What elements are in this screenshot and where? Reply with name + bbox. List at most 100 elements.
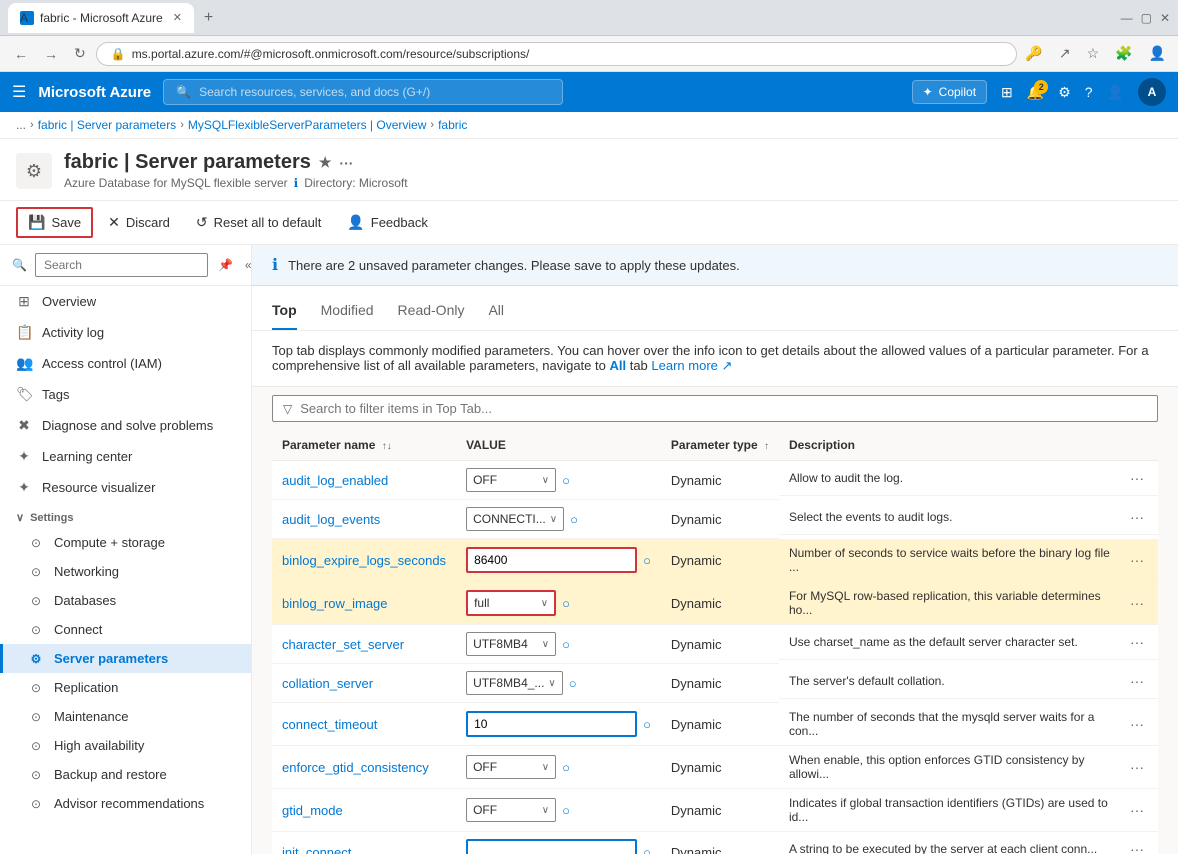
tab-top[interactable]: Top: [272, 298, 297, 330]
feedback-icon[interactable]: 👤: [1107, 84, 1124, 101]
tab-read-only[interactable]: Read-Only: [398, 298, 465, 330]
learn-more-link[interactable]: Learn more ↗: [651, 358, 732, 373]
param-name-link[interactable]: binlog_expire_logs_seconds: [282, 553, 446, 568]
sidebar-item-databases[interactable]: ⊙ Databases: [0, 586, 251, 615]
sidebar-collapse-button[interactable]: «: [243, 256, 252, 274]
hamburger-menu-icon[interactable]: ☰: [12, 82, 26, 102]
param-name-link[interactable]: init_connect: [282, 845, 351, 854]
sidebar-item-advisor[interactable]: ⊙ Advisor recommendations: [0, 789, 251, 818]
param-info-icon[interactable]: ○: [562, 760, 570, 775]
breadcrumb-item-3[interactable]: fabric: [438, 118, 467, 132]
param-info-icon[interactable]: ○: [643, 553, 651, 568]
forward-button[interactable]: →: [38, 42, 64, 66]
param-dropdown[interactable]: full∨: [466, 590, 556, 616]
share-icon[interactable]: ↗: [1055, 41, 1075, 66]
save-button[interactable]: 💾 Save: [16, 207, 93, 238]
param-ellipsis-button[interactable]: ···: [1126, 757, 1148, 777]
sidebar-item-learning-center[interactable]: ✦ Learning center: [0, 441, 251, 472]
param-name-link[interactable]: audit_log_enabled: [282, 473, 388, 488]
param-info-icon[interactable]: ○: [562, 803, 570, 818]
param-info-icon[interactable]: ○: [569, 676, 577, 691]
param-name-link[interactable]: binlog_row_image: [282, 596, 388, 611]
sidebar-pin-button[interactable]: 📌: [216, 256, 235, 274]
sidebar-item-compute-storage[interactable]: ⊙ Compute + storage: [0, 528, 251, 557]
param-name-link[interactable]: collation_server: [282, 676, 373, 691]
sidebar-item-diagnose[interactable]: ✖ Diagnose and solve problems: [0, 410, 251, 441]
param-ellipsis-button[interactable]: ···: [1126, 468, 1148, 488]
help-icon[interactable]: ?: [1085, 84, 1093, 100]
address-bar[interactable]: 🔒 ms.portal.azure.com/#@microsoft.onmicr…: [96, 42, 1018, 66]
param-info-icon[interactable]: ○: [643, 717, 651, 732]
azure-search-input[interactable]: [199, 85, 550, 99]
feedback-button[interactable]: 👤 Feedback: [336, 208, 439, 237]
param-dropdown[interactable]: UTF8MB4_...∨: [466, 671, 563, 695]
sidebar-item-access-control[interactable]: 👥 Access control (IAM): [0, 348, 251, 379]
name-sort-icon[interactable]: ↑↓: [382, 441, 392, 452]
sidebar-search-input[interactable]: [35, 253, 208, 277]
sidebar-item-backup-restore[interactable]: ⊙ Backup and restore: [0, 760, 251, 789]
param-input[interactable]: [466, 547, 637, 573]
param-name-link[interactable]: audit_log_events: [282, 512, 380, 527]
copilot-button[interactable]: ✦ Copilot: [912, 80, 987, 104]
param-dropdown[interactable]: OFF∨: [466, 468, 556, 492]
settings-section-header[interactable]: ∨ Settings: [0, 503, 251, 528]
refresh-button[interactable]: ↻: [68, 41, 92, 66]
param-name-link[interactable]: connect_timeout: [282, 717, 377, 732]
window-close-button[interactable]: ✕: [1160, 11, 1170, 25]
user-avatar[interactable]: A: [1138, 78, 1166, 106]
tab-close-button[interactable]: ✕: [173, 11, 182, 24]
param-name-link[interactable]: gtid_mode: [282, 803, 343, 818]
sidebar-item-overview[interactable]: ⊞ Overview: [0, 286, 251, 317]
info-icon[interactable]: ℹ: [294, 176, 299, 190]
param-info-icon[interactable]: ○: [562, 596, 570, 611]
filter-input[interactable]: [300, 401, 1147, 416]
filter-input-wrapper[interactable]: ▽: [272, 395, 1158, 422]
sidebar-item-resource-visualizer[interactable]: ✦ Resource visualizer: [0, 472, 251, 503]
window-minimize-button[interactable]: —: [1121, 11, 1133, 25]
param-input[interactable]: [466, 711, 637, 737]
param-dropdown[interactable]: OFF∨: [466, 798, 556, 822]
sidebar-item-server-parameters[interactable]: ⚙ Server parameters: [0, 644, 251, 673]
param-info-icon[interactable]: ○: [562, 637, 570, 652]
azure-search-bar[interactable]: 🔍: [163, 79, 563, 105]
param-ellipsis-button[interactable]: ···: [1126, 800, 1148, 820]
favorites-icon[interactable]: ☆: [1083, 41, 1104, 66]
discard-button[interactable]: ✕ Discard: [97, 208, 181, 237]
type-sort-icon[interactable]: ↑: [764, 441, 769, 452]
param-name-link[interactable]: enforce_gtid_consistency: [282, 760, 429, 775]
all-tab-link[interactable]: All: [609, 358, 626, 373]
new-tab-button[interactable]: +: [200, 9, 217, 27]
reset-button[interactable]: ↺ Reset all to default: [185, 208, 332, 237]
tab-all[interactable]: All: [488, 298, 504, 330]
param-ellipsis-button[interactable]: ···: [1126, 839, 1148, 854]
breadcrumb-dots[interactable]: ...: [16, 118, 26, 132]
param-dropdown[interactable]: UTF8MB4∨: [466, 632, 556, 656]
password-icon[interactable]: 🔑: [1021, 41, 1046, 66]
param-info-icon[interactable]: ○: [570, 512, 578, 527]
tab-modified[interactable]: Modified: [321, 298, 374, 330]
sidebar-item-networking[interactable]: ⊙ Networking: [0, 557, 251, 586]
param-ellipsis-button[interactable]: ···: [1126, 550, 1148, 570]
back-button[interactable]: ←: [8, 42, 34, 66]
sidebar-item-connect[interactable]: ⊙ Connect: [0, 615, 251, 644]
profile-icon[interactable]: 👤: [1145, 41, 1170, 66]
param-dropdown[interactable]: OFF∨: [466, 755, 556, 779]
sidebar-item-tags[interactable]: 🏷 Tags: [0, 379, 251, 410]
sidebar-item-maintenance[interactable]: ⊙ Maintenance: [0, 702, 251, 731]
extensions-icon[interactable]: 🧩: [1111, 41, 1136, 66]
param-info-icon[interactable]: ○: [643, 845, 651, 854]
favorite-star-icon[interactable]: ★: [319, 154, 332, 171]
browser-tab[interactable]: A fabric - Microsoft Azure ✕: [8, 3, 194, 33]
param-dropdown[interactable]: CONNECTI...∨: [466, 507, 564, 531]
sidebar-item-high-availability[interactable]: ⊙ High availability: [0, 731, 251, 760]
param-info-icon[interactable]: ○: [562, 473, 570, 488]
sidebar-item-replication[interactable]: ⊙ Replication: [0, 673, 251, 702]
sidebar-item-activity-log[interactable]: 📋 Activity log: [0, 317, 251, 348]
param-ellipsis-button[interactable]: ···: [1126, 714, 1148, 734]
param-name-link[interactable]: character_set_server: [282, 637, 404, 652]
breadcrumb-item-1[interactable]: fabric | Server parameters: [38, 118, 177, 132]
portal-menu-icon[interactable]: ⊞: [1001, 84, 1013, 101]
more-options-icon[interactable]: ···: [339, 155, 353, 171]
window-maximize-button[interactable]: ▢: [1141, 11, 1152, 25]
notifications-icon[interactable]: 🔔 2: [1027, 84, 1044, 101]
